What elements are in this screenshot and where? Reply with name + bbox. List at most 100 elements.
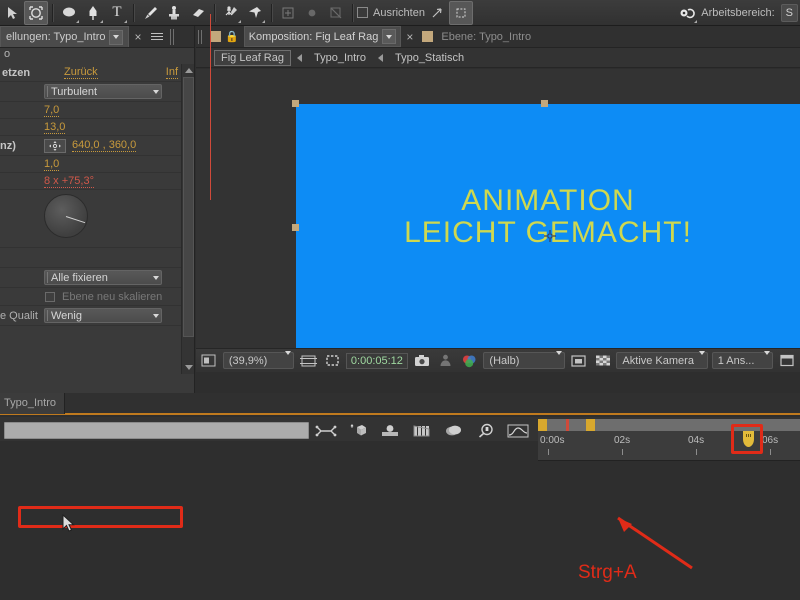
- scroll-down-arrow[interactable]: [182, 361, 194, 374]
- selection-handle-ml[interactable]: [292, 224, 299, 231]
- safe-zones-icon[interactable]: [199, 352, 219, 370]
- chevron-down-icon[interactable]: [382, 29, 396, 44]
- current-timecode[interactable]: 0:00:05:12: [346, 353, 408, 369]
- workspace-select[interactable]: S: [781, 4, 798, 22]
- selection-tool[interactable]: [0, 1, 24, 25]
- effect-row-pinning: Alle fixieren: [0, 268, 194, 288]
- panel-menu-icon[interactable]: [147, 33, 167, 40]
- region-preview-icon[interactable]: [569, 352, 589, 370]
- transparency-grid-icon[interactable]: [593, 352, 613, 370]
- brainstorm-icon[interactable]: [471, 421, 501, 441]
- snap-arrow-icon[interactable]: [425, 1, 449, 25]
- playhead-marker[interactable]: [743, 431, 754, 447]
- pinning-dropdown[interactable]: Alle fixieren: [44, 270, 162, 285]
- pen-tool[interactable]: [81, 1, 105, 25]
- timeline-ruler[interactable]: 0:00s02s04s06s: [538, 431, 800, 461]
- ellipse-shape-tool[interactable]: [57, 1, 81, 25]
- breadcrumb-item-0[interactable]: Fig Leaf Rag: [214, 50, 291, 66]
- composition-mini-flowchart-icon[interactable]: [311, 421, 341, 441]
- scrollbar-thumb[interactable]: [183, 77, 194, 337]
- resize-layer-checkbox[interactable]: [45, 292, 55, 302]
- complexity-value[interactable]: 1,0: [44, 158, 59, 171]
- timeline-tabbar: Typo_Intro: [0, 393, 800, 415]
- amount-value[interactable]: 7,0: [44, 104, 59, 117]
- camera-view-value: Aktive Kamera: [622, 355, 694, 367]
- show-snapshot-icon[interactable]: [436, 352, 456, 370]
- region-of-interest-icon[interactable]: [322, 352, 342, 370]
- selection-handle-tl[interactable]: [292, 100, 299, 107]
- displacement-type-dropdown[interactable]: Turbulent: [44, 84, 162, 99]
- offset-value[interactable]: 640,0 , 360,0: [72, 139, 136, 152]
- lock-icon[interactable]: 🔒: [225, 30, 239, 43]
- size-value[interactable]: 13,0: [44, 121, 65, 134]
- close-icon[interactable]: ×: [401, 30, 418, 44]
- tool-flyout-corner: [100, 20, 103, 23]
- canvas-line-1: ANIMATION: [296, 186, 800, 216]
- transform-box-tool[interactable]: [449, 1, 473, 25]
- view-layout-dropdown[interactable]: 1 Ans...: [712, 352, 774, 369]
- tab-layer[interactable]: Ebene: Typo_Intro: [437, 26, 535, 47]
- close-icon[interactable]: ×: [129, 30, 146, 44]
- point-picker-icon[interactable]: [44, 139, 66, 153]
- tool-flyout-corner: [76, 20, 79, 23]
- workspace-sync-icon[interactable]: [675, 1, 699, 25]
- effect-row-complexity: 1,0: [0, 156, 194, 173]
- composition-viewer[interactable]: ANIMATION LEICHT GEMACHT! (39,9%): [196, 69, 800, 372]
- brush-tool[interactable]: [138, 1, 162, 25]
- view-layout-value: 1 Ans...: [718, 355, 755, 367]
- breadcrumb-item-1[interactable]: Typo_Intro: [308, 51, 372, 65]
- puppet-pin-tool[interactable]: [243, 1, 267, 25]
- timeline-ruler-area: 0:00s02s04s06s: [538, 417, 800, 461]
- selection-handle-tc[interactable]: [541, 100, 548, 107]
- quality-dropdown[interactable]: Wenig: [44, 308, 162, 323]
- anchor-point-icon[interactable]: [544, 230, 556, 242]
- workspace-label: Arbeitsbereich:: [701, 7, 774, 19]
- scroll-up-arrow[interactable]: [182, 64, 194, 77]
- layer-color-swatch: [422, 31, 433, 42]
- tab-composition[interactable]: Komposition: Fig Leaf Rag: [244, 26, 402, 47]
- chevron-down-icon[interactable]: [109, 30, 123, 45]
- breadcrumb-arrow-icon: [297, 54, 302, 62]
- hide-shy-layers-icon[interactable]: [375, 421, 405, 441]
- evolution-dial[interactable]: [44, 194, 88, 238]
- ruler-tick-label: 0:00s: [540, 435, 564, 446]
- effect-reset-link[interactable]: Zurück: [64, 66, 98, 79]
- snap-checkbox[interactable]: [357, 7, 368, 18]
- camera-view-dropdown[interactable]: Aktive Kamera: [616, 352, 707, 369]
- snapshot-camera-icon[interactable]: [412, 352, 432, 370]
- graph-editor-icon[interactable]: [503, 421, 533, 441]
- frame-blending-icon[interactable]: [407, 421, 437, 441]
- work-area-bar[interactable]: [538, 419, 800, 429]
- resolution-dropdown[interactable]: (Halb): [483, 352, 564, 369]
- effect-info-link[interactable]: Inf: [166, 66, 178, 79]
- top-toolbar: T Ausrich: [0, 0, 800, 26]
- tool-flyout-corner: [694, 20, 697, 23]
- type-tool[interactable]: T: [105, 1, 129, 25]
- grid-guides-icon[interactable]: [298, 352, 318, 370]
- anchor-align-icon[interactable]: [276, 1, 300, 25]
- breadcrumb-item-2[interactable]: Typo_Statisch: [389, 51, 470, 65]
- channels-icon[interactable]: [460, 352, 480, 370]
- tab-timeline-typo-intro[interactable]: Typo_Intro: [0, 393, 65, 414]
- effect-row-type: Turbulent: [0, 82, 194, 102]
- clone-stamp-tool[interactable]: [162, 1, 186, 25]
- motion-blur-icon[interactable]: [439, 421, 469, 441]
- draft-3d-icon[interactable]: [343, 421, 373, 441]
- orbit-camera-tool[interactable]: [24, 1, 48, 25]
- mask-disabled-icon[interactable]: [324, 1, 348, 25]
- search-input[interactable]: [4, 422, 309, 439]
- pixel-aspect-icon[interactable]: [777, 352, 797, 370]
- tab-layer-label: Ebene: Typo_Intro: [441, 31, 531, 43]
- ruler-tick-mark: [696, 449, 697, 455]
- zoom-level-value: (39,9%): [229, 355, 268, 367]
- effect-controls-tabbar: ellungen: Typo_Intro ×: [0, 26, 194, 48]
- roto-brush-tool[interactable]: [219, 1, 243, 25]
- effect-row-size: 13,0: [0, 119, 194, 136]
- evolution-value[interactable]: 8 x +75,3°: [44, 175, 94, 188]
- tab-effect-controls[interactable]: ellungen: Typo_Intro: [0, 26, 129, 47]
- eraser-tool[interactable]: [186, 1, 210, 25]
- zoom-level-dropdown[interactable]: (39,9%): [223, 352, 294, 369]
- effect-row-amount: 7,0: [0, 102, 194, 119]
- composition-canvas[interactable]: ANIMATION LEICHT GEMACHT!: [296, 104, 800, 354]
- effect-controls-scrollbar[interactable]: [181, 64, 194, 374]
